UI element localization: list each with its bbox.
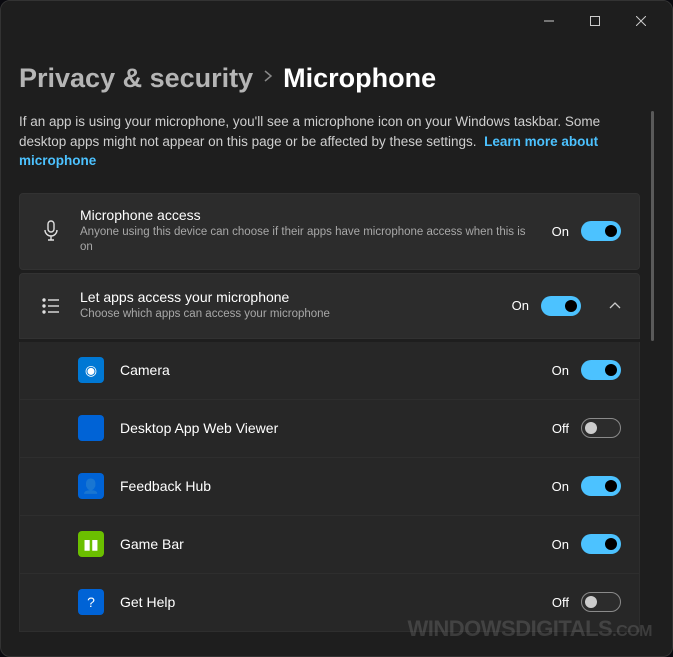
toggle-state-label: Off — [552, 421, 569, 436]
app-icon: 👤 — [78, 473, 104, 499]
app-name-label: Feedback Hub — [120, 478, 536, 494]
app-row: ▮▮ Game Bar On — [19, 516, 640, 574]
microphone-access-toggle[interactable] — [581, 221, 621, 241]
titlebar — [1, 1, 672, 41]
app-icon: ◉ — [78, 357, 104, 383]
app-toggle[interactable] — [581, 476, 621, 496]
toggle-state-label: On — [512, 298, 529, 313]
app-row: ◉ Camera On — [19, 342, 640, 400]
breadcrumb-parent[interactable]: Privacy & security — [19, 63, 253, 94]
toggle-state-label: On — [552, 363, 569, 378]
app-row: Desktop App Web Viewer Off — [19, 400, 640, 458]
toggle-state-label: On — [552, 479, 569, 494]
microphone-icon — [38, 218, 64, 244]
settings-list: Microphone access Anyone using this devi… — [19, 193, 640, 632]
app-row: ? Get Help Off — [19, 574, 640, 632]
setting-title: Microphone access — [80, 207, 536, 223]
settings-window: Privacy & security Microphone If an app … — [0, 0, 673, 657]
chevron-up-icon — [609, 298, 621, 313]
maximize-button[interactable] — [572, 5, 618, 37]
app-toggle[interactable] — [581, 534, 621, 554]
app-name-label: Camera — [120, 362, 536, 378]
apps-access-toggle[interactable] — [541, 296, 581, 316]
app-toggle[interactable] — [581, 360, 621, 380]
app-name-label: Get Help — [120, 594, 536, 610]
list-icon — [38, 293, 64, 319]
app-toggle[interactable] — [581, 418, 621, 438]
app-icon — [78, 415, 104, 441]
app-name-label: Game Bar — [120, 536, 536, 552]
breadcrumb: Privacy & security Microphone — [19, 63, 640, 94]
close-button[interactable] — [618, 5, 664, 37]
setting-subtitle: Choose which apps can access your microp… — [80, 307, 496, 323]
app-toggle[interactable] — [581, 592, 621, 612]
toggle-state-label: Off — [552, 595, 569, 610]
microphone-access-setting: Microphone access Anyone using this devi… — [19, 193, 640, 270]
toggle-state-label: On — [552, 224, 569, 239]
app-icon: ▮▮ — [78, 531, 104, 557]
app-row: 👤 Feedback Hub On — [19, 458, 640, 516]
page-title: Microphone — [283, 63, 436, 94]
scrollbar-thumb[interactable] — [651, 111, 654, 341]
setting-title: Let apps access your microphone — [80, 289, 496, 305]
minimize-button[interactable] — [526, 5, 572, 37]
app-icon: ? — [78, 589, 104, 615]
app-name-label: Desktop App Web Viewer — [120, 420, 536, 436]
toggle-state-label: On — [552, 537, 569, 552]
setting-subtitle: Anyone using this device can choose if t… — [80, 225, 536, 256]
scrollbar[interactable] — [648, 51, 654, 656]
apps-access-setting[interactable]: Let apps access your microphone Choose w… — [19, 273, 640, 339]
chevron-right-icon — [263, 69, 273, 88]
page-description: If an app is using your microphone, you'… — [19, 112, 640, 171]
